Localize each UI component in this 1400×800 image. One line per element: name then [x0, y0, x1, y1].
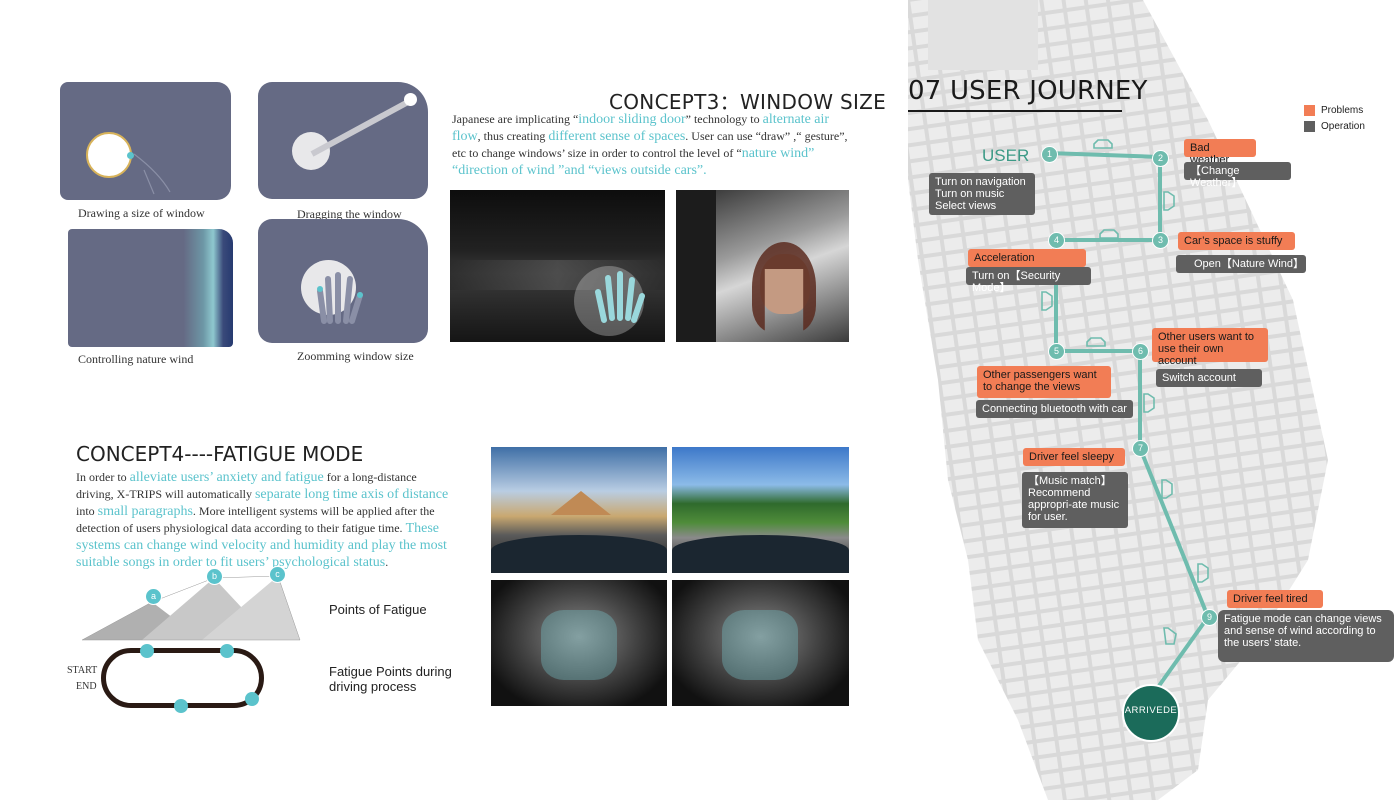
paragraph-text: . [385, 555, 389, 569]
tag-other-users-account: Other users want to use their own accoun… [1152, 328, 1268, 367]
window-illustration-wind [68, 229, 233, 347]
tag-music-match: 【Music match】 Recommend appropri-ate mus… [1022, 472, 1128, 528]
journey-node-1: 1 [1041, 146, 1058, 163]
fatigue-peak-b: b [206, 568, 223, 585]
journey-node-7: 7 [1132, 440, 1149, 457]
highlighted-text: small paragraphs [97, 504, 193, 519]
paragraph-text: ” technology to [685, 112, 763, 126]
car-icon [1093, 139, 1113, 149]
photo-tropical-drive [672, 447, 849, 573]
car-icon [1086, 337, 1106, 347]
journey-user-label: USER [982, 146, 1030, 165]
car-icon [1163, 627, 1177, 645]
tag-bad-weather: Bad weather [1184, 139, 1256, 166]
hand-icon [133, 153, 171, 195]
photo-car-window-gesture [450, 190, 665, 342]
tag-open-nature-wind: Open【Nature Wind】 [1176, 255, 1306, 273]
highlighted-text: separate long time axis of distance [254, 487, 449, 502]
arrive-destination: ARRIVEDE [1122, 684, 1180, 742]
concept4-description: In order to alleviate users’ anxiety and… [76, 469, 456, 571]
caption-draw: Drawing a size of window [78, 206, 205, 220]
highlighted-text: alleviate users’ anxiety and fatigue [129, 470, 324, 485]
journey-node-6: 6 [1132, 343, 1149, 360]
tag-switch-account: Switch account [1156, 369, 1262, 387]
fatigue-track-label: Fatigue Points during driving process [329, 664, 452, 694]
hand-icon [317, 272, 363, 324]
car-icon [1163, 191, 1175, 211]
journey-node-3: 3 [1152, 232, 1169, 249]
tag-fatigue-mode: Fatigue mode can change views and sense … [1218, 610, 1394, 662]
paragraph-text: , thus creating [477, 129, 549, 143]
photo-cabin-seats-1 [491, 580, 667, 706]
photo-woman-in-car [676, 190, 849, 342]
journey-node-2: 2 [1152, 150, 1169, 167]
paragraph-text: Japanese are implicating “ [452, 112, 579, 126]
concept3-description: Japanese are implicating “indoor sliding… [452, 111, 854, 179]
car-icon [1161, 479, 1173, 499]
tag-bluetooth: Connecting bluetooth with car [976, 400, 1133, 418]
car-icon [1099, 229, 1119, 239]
tag-security-mode: Turn on【Security Mode】 [966, 267, 1091, 294]
car-icon [1197, 563, 1209, 583]
caption-wind: Controlling nature wind [78, 352, 194, 366]
tag-other-passengers-views: Other passengers want to change the view… [977, 366, 1111, 398]
hand-icon [595, 271, 645, 323]
points-of-fatigue-label: Points of Fatigue [329, 602, 427, 617]
track-end-label: END [76, 681, 97, 692]
window-illustration-zoom [258, 219, 428, 343]
journey-node-5: 5 [1048, 343, 1065, 360]
journey-node-9: 9 [1201, 609, 1218, 626]
tag-change-weather: 【Change Weather】 [1184, 162, 1291, 189]
window-illustration-drag [258, 82, 428, 199]
highlighted-text: indoor sliding door [578, 112, 686, 127]
tag-user-operations: Turn on navigation Turn on music Select … [929, 173, 1035, 215]
car-icon [1041, 291, 1053, 311]
photo-cabin-seats-2 [672, 580, 849, 706]
paragraph-text: In order to [76, 470, 130, 484]
fatigue-peak-a: a [145, 588, 162, 605]
car-icon [1143, 393, 1155, 413]
tag-driver-tired: Driver feel tired [1227, 590, 1323, 608]
paragraph-text: into [76, 504, 98, 518]
highlighted-text: different sense of spaces [548, 129, 686, 144]
journey-node-4: 4 [1048, 232, 1065, 249]
tag-car-space-stuffy: Car’s space is stuffy [1178, 232, 1295, 250]
window-illustration-draw [60, 82, 231, 200]
arrive-label: ARRIVEDE [1124, 705, 1178, 716]
concept4-title: CONCEPT4----FATIGUE MODE [76, 442, 364, 466]
photo-desert-drive [491, 447, 667, 573]
tag-acceleration: Acceleration [968, 249, 1086, 267]
fatigue-peak-c: c [269, 566, 286, 583]
caption-zoom: Zoomming window size [297, 349, 414, 363]
track-start-label: START [67, 665, 98, 676]
tag-driver-sleepy: Driver feel sleepy [1023, 448, 1125, 466]
